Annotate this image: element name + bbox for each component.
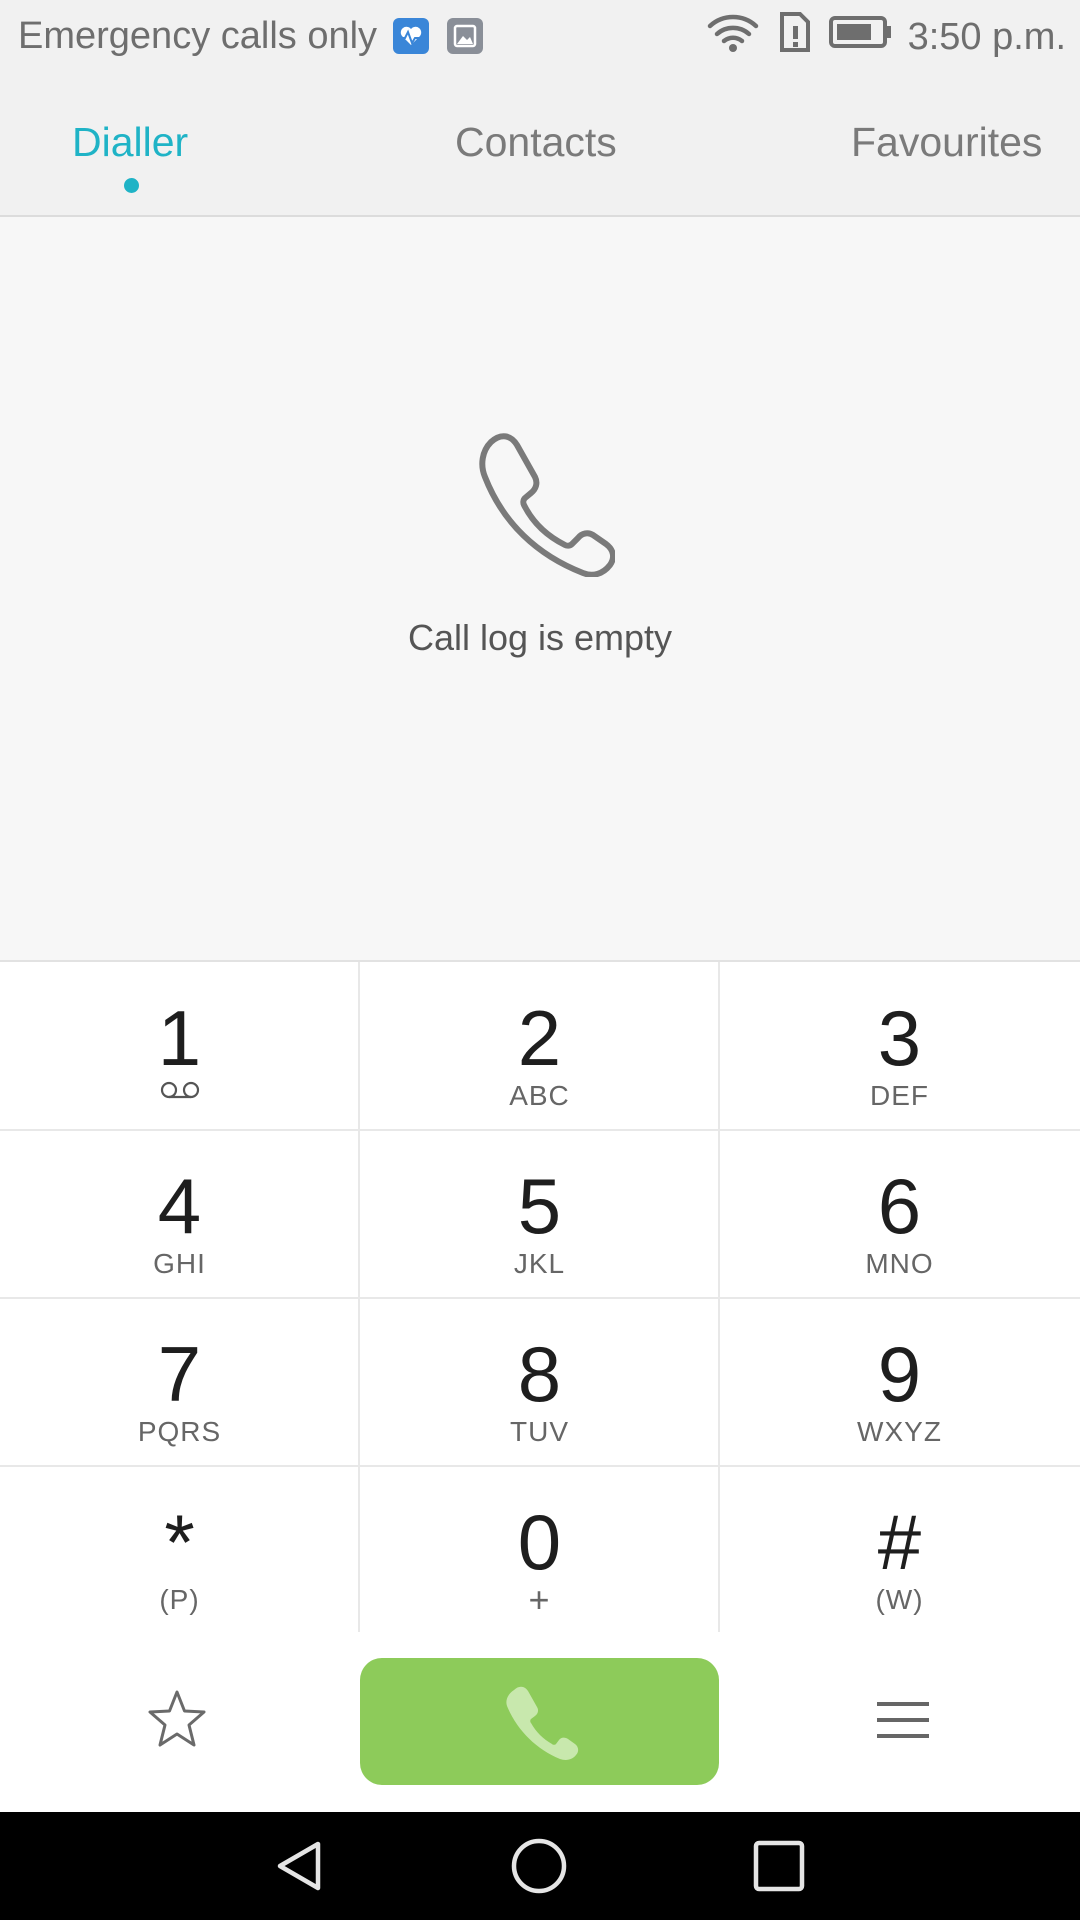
sim-alert-icon: [776, 10, 812, 64]
key-letters: (P): [159, 1584, 200, 1615]
key-0[interactable]: 0 +: [360, 1466, 719, 1633]
key-letters: MNO: [865, 1248, 934, 1279]
active-tab-indicator: [124, 178, 139, 193]
empty-call-log-message: Call log is empty: [407, 617, 673, 658]
key-digit: 9: [877, 1330, 922, 1418]
divider: [718, 962, 720, 1634]
key-digit: 0: [517, 1498, 562, 1586]
recents-icon[interactable]: [749, 1836, 809, 1896]
key-digit: 6: [877, 1162, 922, 1250]
phone-outline-icon: [479, 433, 615, 577]
key-3[interactable]: 3 DEF: [720, 962, 1079, 1129]
tab-contacts[interactable]: Contacts: [455, 116, 617, 168]
key-letters: (W): [875, 1584, 924, 1615]
key-digit: 3: [877, 994, 922, 1082]
key-digit: 8: [517, 1330, 562, 1418]
key-5[interactable]: 5 JKL: [360, 1130, 719, 1297]
key-digit: *: [164, 1498, 195, 1586]
divider: [358, 962, 360, 1634]
phone-icon: [505, 1686, 578, 1760]
key-hash[interactable]: # (W): [720, 1466, 1079, 1633]
key-letters: GHI: [153, 1248, 206, 1279]
tab-dialler[interactable]: Dialler: [72, 116, 188, 168]
dial-keypad: 1 2 ABC 3 DEF 4 GHI 5 JKL 6 MNO 7 PQRS 8…: [0, 960, 1080, 1634]
key-letters: JKL: [513, 1248, 566, 1279]
gallery-notification-icon: [447, 18, 484, 54]
status-right: 3:50 p.m.: [690, 10, 1066, 64]
key-6[interactable]: 6 MNO: [720, 1130, 1079, 1297]
key-9[interactable]: 9 WXYZ: [720, 1298, 1079, 1465]
menu-icon[interactable]: [877, 1700, 929, 1740]
status-bar: Emergency calls only 3:50 p.m.: [0, 0, 1080, 72]
key-2[interactable]: 2 ABC: [360, 962, 719, 1129]
key-letters: WXYZ: [857, 1416, 942, 1447]
status-left: Emergency calls only: [18, 10, 484, 62]
key-digit: 7: [157, 1330, 202, 1418]
key-4[interactable]: 4 GHI: [0, 1130, 359, 1297]
call-button[interactable]: [360, 1658, 719, 1785]
tab-bar: Dialler Contacts Favourites: [0, 72, 1080, 217]
home-icon[interactable]: [509, 1836, 569, 1896]
key-7[interactable]: 7 PQRS: [0, 1298, 359, 1465]
dialler-action-bar: [0, 1632, 1080, 1812]
system-nav-bar: [0, 1812, 1080, 1920]
key-digit: 4: [157, 1162, 202, 1250]
key-letters: TUV: [510, 1416, 569, 1447]
divider: [0, 1129, 1080, 1131]
clock: 3:50 p.m.: [907, 16, 1066, 58]
carrier-status-text: Emergency calls only: [18, 15, 378, 57]
battery-icon: [828, 14, 894, 60]
divider: [0, 1297, 1080, 1299]
key-letters: +: [528, 1579, 551, 1620]
key-digit: #: [877, 1498, 922, 1586]
tab-favourites[interactable]: Favourites: [851, 116, 1042, 168]
call-log-area: Call log is empty: [0, 217, 1080, 960]
star-icon[interactable]: [146, 1689, 208, 1751]
key-star[interactable]: * (P): [0, 1466, 359, 1633]
back-icon[interactable]: [270, 1836, 330, 1896]
health-notification-icon: [393, 18, 430, 54]
key-digit: 5: [517, 1162, 562, 1250]
divider: [0, 1465, 1080, 1467]
key-8[interactable]: 8 TUV: [360, 1298, 719, 1465]
wifi-icon: [706, 10, 760, 64]
key-letters: DEF: [870, 1080, 929, 1111]
key-letters: ABC: [509, 1080, 570, 1111]
key-1[interactable]: 1: [0, 962, 359, 1129]
key-digit: 2: [517, 994, 562, 1082]
key-digit: 1: [157, 994, 202, 1082]
key-letters: PQRS: [137, 1416, 222, 1447]
voicemail-icon: [160, 1081, 199, 1099]
